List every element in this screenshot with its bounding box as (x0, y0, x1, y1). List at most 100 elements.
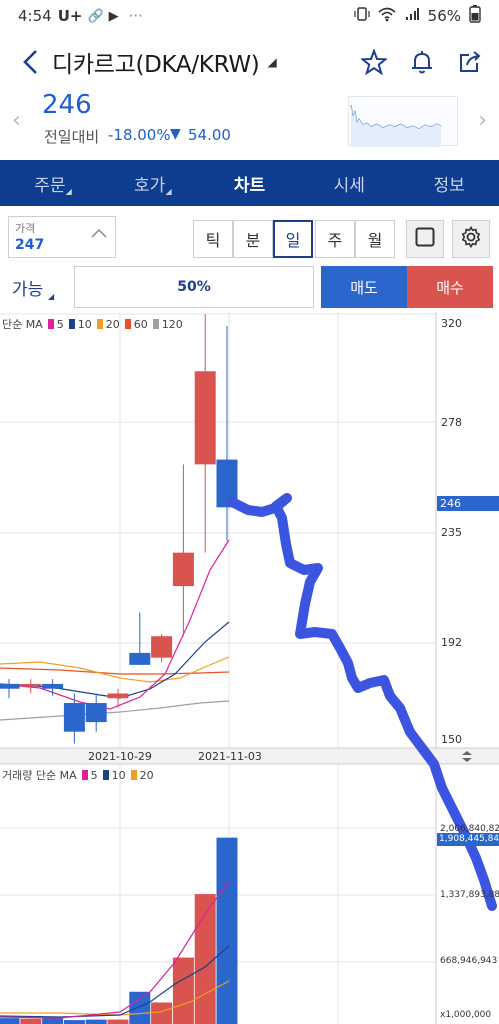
volume-bar (151, 1002, 173, 1024)
candle-body (194, 371, 216, 465)
battery-text: 56% (427, 7, 461, 25)
back-icon[interactable] (8, 40, 52, 84)
status-more-icon: ··· (128, 7, 143, 25)
period-week-button[interactable]: 주 (315, 220, 355, 258)
change-percent: -18.00% (108, 126, 171, 144)
tab-label: 차트 (233, 175, 266, 196)
period-minute-button[interactable]: 분 (233, 220, 273, 258)
tab-chart[interactable]: 차트 (200, 160, 300, 206)
volume-bar (129, 991, 151, 1024)
chart-canvas[interactable] (0, 312, 499, 1024)
chart-controls: 가격 247 틱 분 일 주 월 (0, 208, 499, 260)
vibrate-icon (354, 6, 370, 26)
candle-body (85, 703, 107, 723)
ma60-swatch (124, 319, 131, 329)
tab-label: 정보 (433, 175, 465, 196)
title-dropdown-icon[interactable]: ◢ (267, 55, 276, 69)
ma5-swatch (47, 319, 54, 329)
volume-tick-label: 668,946,943 (440, 956, 498, 966)
tab-market[interactable]: 시세 (299, 160, 399, 206)
candle-body (151, 636, 173, 658)
percent-selector[interactable]: 50% (74, 266, 314, 308)
vol-ma5-label: 5 (90, 768, 98, 782)
quick-order-row: 가능 ◢ 50% 매도 매수 (0, 264, 499, 310)
tab-label: 주문 (34, 175, 66, 196)
sell-button[interactable]: 매도 (321, 266, 407, 308)
star-icon[interactable] (359, 47, 389, 77)
ticker-summary: ‹ 246 전일대비 -18.00% ▼ 54.00 › (0, 88, 499, 152)
price-selector-label: 가격 (15, 222, 36, 235)
change-amount: 54.00 (188, 126, 231, 144)
page-title[interactable]: 디카르고(DKA/KRW) (52, 45, 260, 79)
ma60-label: 60 (133, 317, 148, 331)
next-coin-icon[interactable]: › (478, 108, 487, 133)
volume-tick-label: x1,000,000 (440, 1010, 492, 1020)
status-right: 56% (354, 5, 481, 27)
fullscreen-button[interactable] (406, 220, 444, 258)
period-month-button[interactable]: 월 (355, 220, 395, 258)
y-tick-label: 320 (441, 317, 462, 330)
vol-ma20-line (0, 980, 230, 1016)
period-day-button[interactable]: 일 (273, 220, 313, 258)
candle-body (63, 703, 85, 732)
ma120-label: 120 (161, 317, 183, 331)
volume-tick-label: 1,337,893,885 (440, 890, 499, 900)
square-icon (415, 227, 435, 251)
app-header: 디카르고(DKA/KRW) ◢ (0, 38, 499, 86)
share-icon[interactable] (455, 47, 485, 77)
tab-caret-icon: ◢ (65, 187, 72, 196)
volume-bar (172, 957, 194, 1024)
bell-icon[interactable] (407, 47, 437, 77)
volume-bar (85, 1019, 107, 1024)
tab-order[interactable]: 주문 ◢ (0, 160, 100, 206)
battery-icon (469, 5, 481, 27)
candle-body (42, 683, 64, 689)
status-carrier: U+ (57, 7, 83, 25)
candle-chart-area[interactable]: 단순 MA 5 10 20 60 120 320 278 235 192 150… (0, 312, 499, 1024)
volume-bar (107, 1019, 129, 1024)
buy-button[interactable]: 매수 (407, 266, 493, 308)
ma10-label: 10 (77, 317, 92, 331)
y-tick-label: 235 (441, 526, 462, 539)
ma20-swatch (96, 319, 103, 329)
volume-bar (0, 1018, 20, 1024)
price-selector[interactable]: 가격 247 (8, 216, 116, 258)
volume-bar (63, 1020, 85, 1024)
vol-ma20-swatch (130, 770, 137, 780)
ma10-line (0, 621, 230, 699)
available-selector[interactable]: 가능 (12, 275, 43, 300)
x-tick-label: 2021-10-29 (88, 750, 152, 763)
status-time: 4:54 (18, 7, 52, 25)
chart-settings-button[interactable] (452, 220, 490, 258)
vol-ma10-swatch (102, 770, 109, 780)
prev-coin-icon[interactable]: ‹ (12, 108, 21, 133)
change-label: 전일대비 (44, 128, 100, 146)
candles (0, 314, 238, 744)
status-bar: 4:54 U+ 🔗 ▶ ··· 56% (0, 0, 499, 32)
tab-info[interactable]: 정보 (399, 160, 499, 206)
tab-label: 시세 (333, 175, 365, 196)
tab-label: 호가 (134, 175, 166, 196)
y-tick-label: 150 (441, 733, 462, 746)
price-selector-value: 247 (15, 237, 45, 253)
available-caret-icon: ◢ (48, 292, 55, 301)
vol-ma5-line (0, 880, 230, 1019)
candle-body (172, 552, 194, 587)
volume-bar (216, 837, 238, 1024)
volume-legend-title: 거래량 단순 MA (2, 769, 77, 782)
ma5-line (0, 539, 230, 710)
price-legend-title: 단순 MA (2, 318, 43, 331)
chevron-up-icon (91, 226, 107, 242)
current-price-tag: 246 (437, 496, 499, 511)
sparkline-chart[interactable] (348, 96, 458, 147)
ma20-label: 20 (105, 317, 120, 331)
vol-ma5-swatch (81, 770, 88, 780)
gear-icon (460, 225, 482, 252)
candle-body (0, 683, 20, 689)
ma5-label: 5 (56, 317, 64, 331)
price-ma-lines (0, 539, 230, 721)
period-tick-button[interactable]: 틱 (193, 220, 233, 258)
tab-orderbook[interactable]: 호가 ◢ (100, 160, 200, 206)
vol-ma20-label: 20 (139, 768, 154, 782)
down-arrow-icon: ▼ (170, 126, 181, 142)
